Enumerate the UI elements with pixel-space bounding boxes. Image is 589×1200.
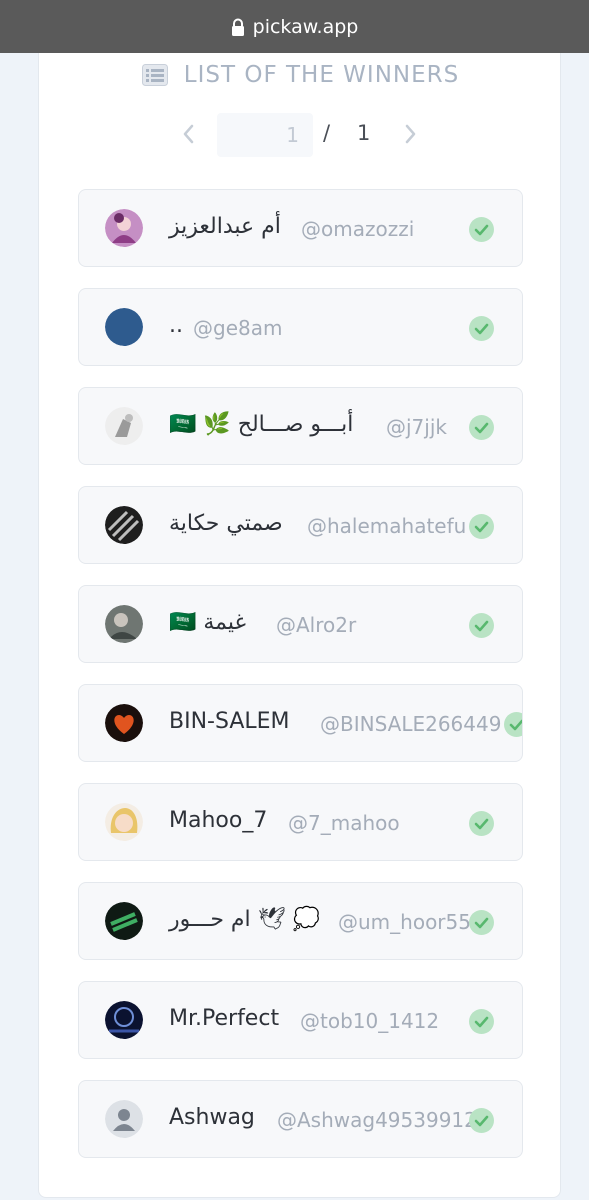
winner-name: BIN-SALEM [169,709,290,734]
page-title-text: LIST OF THE WINNERS [183,62,460,88]
browser-url-bar[interactable]: pickaw.app [0,0,589,53]
winner-item[interactable]: ام حـــور 🕊 💭 @um_hoor55 [78,882,523,960]
check-icon [469,811,494,836]
winner-name: Ashwag [169,1105,255,1130]
avatar [105,605,143,643]
page-separator: / [323,121,331,145]
winner-item[interactable]: 🇸🇦 غيمة @Alro2r [78,585,523,663]
winner-name: .. [169,313,183,338]
winner-handle[interactable]: @7_mahoo [288,811,400,835]
winner-handle[interactable]: @omazozzi [301,217,414,241]
winner-handle[interactable]: @tob10_1412 [300,1009,439,1033]
avatar [105,209,143,247]
winner-name: 🇸🇦 غيمة [169,610,247,635]
winner-name: أم عبدالعزيز [169,214,281,239]
check-icon [469,1009,494,1034]
chevron-right-icon[interactable] [400,123,420,145]
avatar [105,803,143,841]
chevron-left-icon[interactable] [179,123,199,145]
check-icon [469,613,494,638]
check-icon [469,514,494,539]
avatar [105,1100,143,1138]
check-icon [469,217,494,242]
check-icon [469,1108,494,1133]
winner-name: ام حـــور 🕊 💭 [169,907,320,932]
avatar [105,1001,143,1039]
page-title: LIST OF THE WINNERS [39,57,562,93]
winner-handle[interactable]: @j7jjk [386,415,447,439]
winner-handle[interactable]: @halemahatefu [307,514,466,538]
winner-name: Mahoo_7 [169,808,268,833]
pagination: 1 / 1 [39,111,562,157]
avatar [105,407,143,445]
winner-item[interactable]: .. @ge8am [78,288,523,366]
check-icon [504,712,522,737]
winner-item[interactable]: Ashwag @Ashwag49539912 [78,1080,523,1158]
winner-item[interactable]: صمتي حكاية @halemahatefu [78,486,523,564]
avatar [105,506,143,544]
winner-handle[interactable]: @ge8am [193,316,282,340]
page-total: 1 [357,121,371,145]
winner-name: صمتي حكاية [169,511,283,536]
winner-handle[interactable]: @um_hoor55 [338,910,471,934]
winner-item[interactable]: 🇸🇦 🌿 أبـــو صـــالح @j7jjk [78,387,523,465]
avatar [105,704,143,742]
winner-item[interactable]: أم عبدالعزيز @omazozzi [78,189,523,267]
page-number-input[interactable]: 1 [217,113,313,157]
winner-item[interactable]: Mahoo_7 @7_mahoo [78,783,523,861]
winner-handle[interactable]: @BINSALE266449 [320,712,501,736]
check-icon [469,910,494,935]
avatar [105,308,143,346]
winner-name: 🇸🇦 🌿 أبـــو صـــالح [169,412,354,437]
avatar [105,902,143,940]
winner-handle[interactable]: @Ashwag49539912 [277,1108,477,1132]
check-icon [469,316,494,341]
winner-name: Mr.Perfect [169,1006,280,1031]
url-text: pickaw.app [252,15,359,38]
lock-icon [231,18,244,36]
winner-item[interactable]: BIN-SALEM @BINSALE266449 [78,684,523,762]
winners-card: LIST OF THE WINNERS 1 / 1 أم عبدالعزيز @… [38,53,561,1198]
winner-item[interactable]: Mr.Perfect @tob10_1412 [78,981,523,1059]
check-icon [469,415,494,440]
list-icon [141,64,168,86]
winner-handle[interactable]: @Alro2r [276,613,356,637]
